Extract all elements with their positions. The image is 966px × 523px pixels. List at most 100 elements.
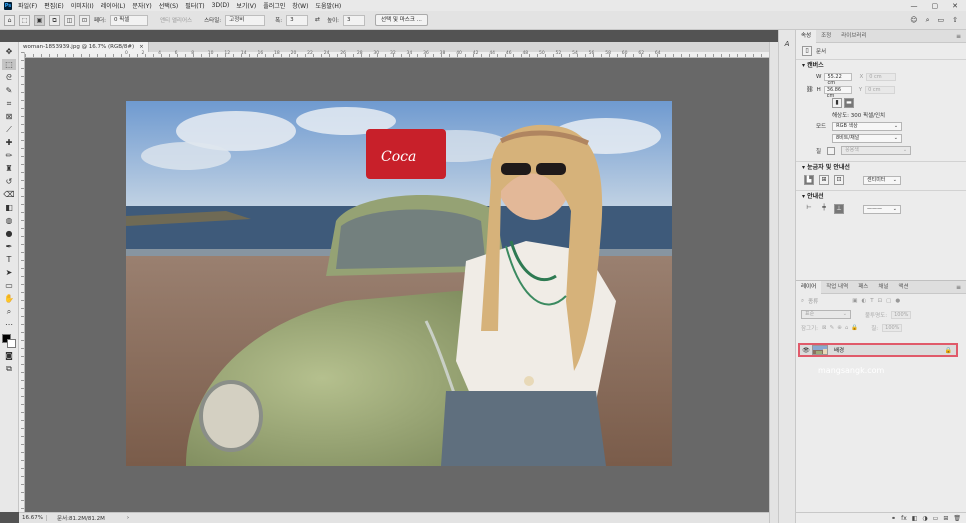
move-tool-icon[interactable]: ✥ [2,46,16,57]
ruler-toggle-icon[interactable]: ▙ [804,175,814,185]
menu-image[interactable]: 이미지(I) [71,1,94,10]
menu-type[interactable]: 문자(Y) [132,1,151,10]
rulers-section-title[interactable]: ▾ 눈금자 및 안내선 [796,161,966,172]
add-mask-icon[interactable]: ◧ [912,515,918,522]
minimize-icon[interactable]: — [911,2,918,10]
adjustment-layer-icon[interactable]: ◑ [922,515,927,522]
delete-layer-icon[interactable]: 🗑 [953,515,961,522]
maximize-icon[interactable]: ▢ [932,2,939,10]
guides-section-title[interactable]: ▾ 안내선 [796,190,966,201]
menu-filter[interactable]: 필터(T) [185,1,204,10]
group-icon[interactable]: ▭ [933,515,939,522]
grid-toggle-icon[interactable]: ⊞ [819,175,829,185]
align-center-icon[interactable]: ╪ [819,204,829,214]
style-select[interactable]: 고정비 [225,14,266,26]
landscape-orientation-icon[interactable]: ▬ [844,98,854,108]
canvas-width-field[interactable]: 55.22 cm [824,72,853,86]
export-icon[interactable]: ⇧ [952,16,958,25]
screen-mode-icon[interactable]: ⧉ [2,363,16,374]
color-mode-select[interactable]: RGB 색상 ⌄ [832,121,903,131]
filter-icons[interactable]: ▣◐T⊡▢● [852,298,904,304]
tab-actions[interactable]: 액션 [893,281,913,294]
menu-plugins[interactable]: 플러그인 [263,1,285,10]
bit-depth-select[interactable]: 8비트/채널 ⌄ [832,133,902,143]
lock-icons[interactable]: ⊠✎⊕⌂🔒 [822,325,861,331]
path-selection-tool-icon[interactable]: ➤ [2,267,16,278]
link-layers-icon[interactable]: ⚭ [891,515,896,522]
color-swatches[interactable] [2,334,16,348]
layer-style-icon[interactable]: fx [901,515,907,522]
link-icon[interactable]: ⛓ [806,86,814,93]
tab-properties[interactable]: 속성 [796,29,817,43]
pen-tool-icon[interactable]: ✒ [2,241,16,252]
vertical-scrollbar[interactable] [769,42,778,523]
height-input[interactable]: 3 [343,14,366,26]
add-selection-icon[interactable]: ⧉ [49,14,60,26]
status-menu-arrow[interactable]: › [127,515,129,521]
tab-history[interactable]: 작업 내역 [821,281,853,294]
subtract-selection-icon[interactable]: ◫ [64,14,75,26]
tab-adjustments[interactable]: 조정 [816,30,836,43]
menu-window[interactable]: 창(W) [292,1,308,10]
tab-channels[interactable]: 채널 [873,281,893,294]
quick-mask-icon[interactable]: ◙ [2,350,16,361]
tab-paths[interactable]: 패스 [853,281,873,294]
new-selection-icon[interactable]: ▣ [34,14,45,26]
menu-3d[interactable]: 3D(D) [212,2,230,9]
align-left-icon[interactable]: ⊢ [804,204,814,214]
ruler-unit-select[interactable]: 센티미터 ⌄ [863,175,901,185]
width-input[interactable]: 3 [286,14,309,26]
panel-menu-icon[interactable]: ≡ [956,284,966,291]
menu-help[interactable]: 도움말(H) [315,1,341,10]
workspace-icon[interactable]: ▭ [938,16,945,25]
marquee-preset-icon[interactable]: ⬚ [19,14,30,26]
menu-file[interactable]: 파일(F) [18,1,37,10]
home-icon[interactable]: ⌂ [4,14,15,26]
guide-style-select[interactable]: ——— ⌄ [863,204,901,214]
menu-view[interactable]: 보기(V) [236,1,256,10]
layer-row-background[interactable]: 👁 배경 🔒 [798,343,958,357]
antialias-checkbox[interactable]: 앤티 앨리어스 [160,16,192,24]
rectangle-tool-icon[interactable]: ▭ [2,280,16,291]
document-tab[interactable]: woman-1853939.jpg @ 16.7% (RGB/8#) × [19,42,149,52]
frame-tool-icon[interactable]: ⊠ [2,111,16,122]
hand-tool-icon[interactable]: ✋ [2,293,16,304]
brush-tool-icon[interactable]: ✏ [2,150,16,161]
healing-brush-tool-icon[interactable]: ✚ [2,137,16,148]
guides-toggle-icon[interactable]: ⊡ [834,175,844,185]
new-layer-icon[interactable]: ⊞ [943,515,948,522]
blur-tool-icon[interactable]: ◍ [2,215,16,226]
search-icon[interactable]: ⌕ [926,16,930,25]
select-and-mask-button[interactable]: 선택 및 마스크 ... [375,14,428,26]
lasso-tool-icon[interactable]: ᘓ [2,72,16,83]
zoom-level[interactable]: 16.67% [19,515,47,521]
canvas-section-title[interactable]: ▾ 캔버스 [796,59,966,70]
swap-dimensions-icon[interactable]: ⇄ [312,15,323,26]
background-color-swatch[interactable] [7,339,16,348]
canvas-height-field[interactable]: 36.86 cm [823,85,852,99]
eraser-tool-icon[interactable]: ⌫ [2,189,16,200]
rectangular-marquee-tool-icon[interactable]: ⬚ [2,59,16,70]
share-icon[interactable]: ☺ [910,16,917,25]
eyedropper-tool-icon[interactable]: ⟋ [2,124,16,135]
type-tool-icon[interactable]: T [2,254,16,265]
panel-menu-icon[interactable]: ≡ [956,33,966,40]
intersect-selection-icon[interactable]: ⊡ [79,14,90,26]
portrait-orientation-icon[interactable]: ▮ [832,98,842,108]
kind-filter[interactable]: 종류 [808,297,818,305]
menu-select[interactable]: 선택(S) [159,1,179,10]
crop-tool-icon[interactable]: ⌗ [2,98,16,109]
character-panel-icon[interactable]: A [781,40,793,52]
tab-libraries[interactable]: 라이브러리 [836,30,871,43]
clone-stamp-tool-icon[interactable]: ♜ [2,163,16,174]
fill-swatch[interactable] [827,146,836,155]
gradient-tool-icon[interactable]: ◧ [2,202,16,213]
align-bottom-icon[interactable]: ⊥ [834,204,844,214]
eye-icon[interactable]: 👁 [800,347,812,354]
close-icon[interactable]: ✕ [952,2,958,10]
menu-edit[interactable]: 편집(E) [44,1,64,10]
tab-layers[interactable]: 레이어 [796,280,822,294]
feather-input[interactable]: 0 픽셀 [109,14,148,26]
quick-selection-tool-icon[interactable]: ✎ [2,85,16,96]
zoom-tool-icon[interactable]: ⌕ [2,306,16,317]
